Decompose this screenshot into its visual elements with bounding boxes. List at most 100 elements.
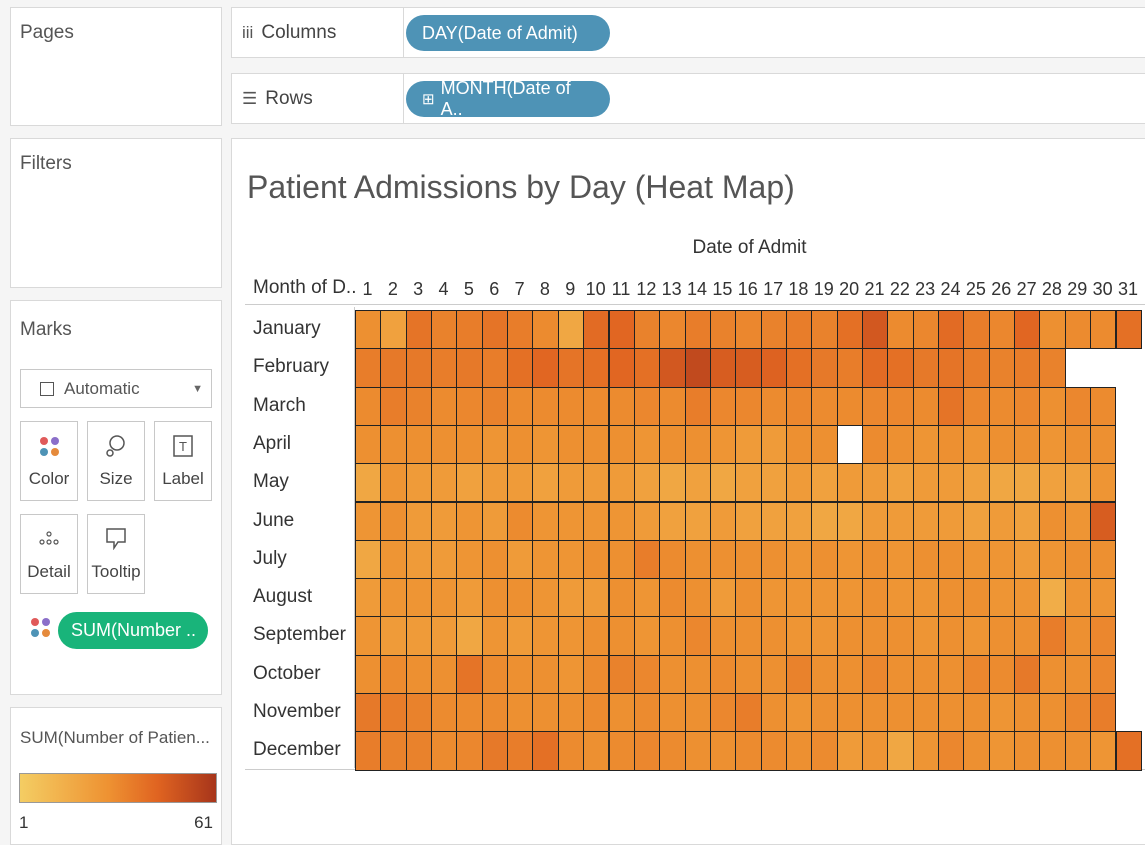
heatmap-cell[interactable] (659, 578, 686, 618)
heatmap-cell[interactable] (481, 386, 509, 426)
detail-button[interactable]: Detail (20, 514, 78, 594)
heatmap-cell[interactable] (557, 386, 585, 426)
heatmap-cell[interactable] (912, 539, 940, 580)
heatmap-cell[interactable] (785, 693, 813, 733)
heatmap-cell[interactable] (811, 424, 838, 465)
heatmap-cell[interactable] (785, 616, 813, 656)
heatmap-cell[interactable] (1090, 731, 1117, 771)
heatmap-cell[interactable] (1090, 539, 1117, 580)
heatmap-cell[interactable] (862, 731, 889, 771)
filters-card[interactable]: Filters (10, 138, 222, 288)
heatmap-cell[interactable] (1064, 386, 1092, 426)
day-label-17[interactable]: 17 (761, 279, 786, 300)
heatmap-cell[interactable] (380, 578, 407, 618)
heatmap-cell[interactable] (355, 693, 382, 733)
heatmap-cell[interactable] (709, 424, 737, 465)
heatmap-cell[interactable] (1090, 578, 1117, 618)
heatmap-cell[interactable] (811, 539, 838, 580)
heatmap-cell[interactable] (633, 348, 661, 388)
heatmap-cell[interactable] (1039, 693, 1066, 733)
day-label-10[interactable]: 10 (583, 279, 608, 300)
heatmap-cell[interactable] (583, 578, 610, 618)
heatmap-cell[interactable] (988, 539, 1016, 580)
heatmap-cell[interactable] (608, 578, 635, 618)
heatmap-cell[interactable] (760, 463, 787, 503)
heatmap-cell[interactable] (481, 310, 509, 350)
heatmap-cell[interactable] (532, 578, 559, 618)
heatmap-cell[interactable] (405, 501, 433, 541)
heatmap-cell[interactable] (760, 348, 787, 388)
heatmap-cell[interactable] (507, 578, 534, 618)
heatmap-cell[interactable] (760, 310, 787, 350)
heatmap-cell[interactable] (684, 386, 711, 426)
heatmap-cell[interactable] (1014, 424, 1041, 465)
heatmap-cell[interactable] (380, 310, 407, 350)
month-label-march[interactable]: March (253, 395, 306, 417)
heatmap-cell[interactable] (684, 310, 711, 350)
heatmap-cell[interactable] (481, 348, 509, 388)
heatmap-cell[interactable] (735, 386, 762, 426)
heatmap-cell[interactable] (887, 578, 914, 618)
heatmap-cell[interactable] (1039, 310, 1066, 350)
heatmap-cell[interactable] (659, 310, 686, 350)
day-label-11[interactable]: 11 (609, 279, 634, 300)
heatmap-cell[interactable] (862, 616, 889, 656)
heatmap-cell[interactable] (355, 348, 382, 388)
heatmap-cell[interactable] (507, 463, 534, 503)
heatmap-cell[interactable] (887, 616, 914, 656)
heatmap-cell[interactable] (583, 501, 610, 541)
heatmap-cell[interactable] (557, 539, 585, 580)
heatmap-cell[interactable] (1064, 616, 1092, 656)
heatmap-cell[interactable] (431, 539, 458, 580)
heatmap-cell[interactable] (760, 501, 787, 541)
heatmap-cell[interactable] (659, 731, 686, 771)
heatmap-cell[interactable] (405, 654, 433, 694)
heatmap-cell[interactable] (988, 693, 1016, 733)
heatmap-cell[interactable] (1014, 348, 1041, 388)
heatmap-cell[interactable] (811, 731, 838, 771)
day-label-9[interactable]: 9 (558, 279, 583, 300)
heatmap-cell[interactable] (1064, 310, 1092, 350)
heatmap-cell[interactable] (583, 386, 610, 426)
heatmap-cell[interactable] (456, 348, 483, 388)
color-legend-card[interactable]: SUM(Number of Patien... 1 61 (10, 707, 222, 845)
heatmap-cell[interactable] (659, 348, 686, 388)
heatmap-cell[interactable] (709, 731, 737, 771)
heatmap-cell[interactable] (887, 654, 914, 694)
heatmap-cell[interactable] (709, 693, 737, 733)
heatmap-cell[interactable] (887, 501, 914, 541)
day-label-8[interactable]: 8 (532, 279, 557, 300)
heatmap-cell[interactable] (988, 463, 1016, 503)
heatmap-cell[interactable] (684, 693, 711, 733)
heatmap-cell[interactable] (709, 386, 737, 426)
heatmap-cell[interactable] (938, 386, 965, 426)
heatmap-cell[interactable] (405, 616, 433, 656)
heatmap-cell[interactable] (963, 539, 990, 580)
heatmap-cell[interactable] (507, 348, 534, 388)
heatmap-cell[interactable] (456, 654, 483, 694)
day-label-24[interactable]: 24 (938, 279, 963, 300)
heatmap-cell[interactable] (912, 424, 940, 465)
day-label-22[interactable]: 22 (887, 279, 912, 300)
day-label-2[interactable]: 2 (380, 279, 405, 300)
heatmap-cell[interactable] (760, 424, 787, 465)
heatmap-cell[interactable] (988, 578, 1016, 618)
heatmap-cell[interactable] (811, 654, 838, 694)
heatmap-cell[interactable] (481, 463, 509, 503)
heatmap-cell[interactable] (1014, 310, 1041, 350)
day-label-18[interactable]: 18 (786, 279, 811, 300)
heatmap-cell[interactable] (633, 310, 661, 350)
heatmap-cell[interactable] (963, 501, 990, 541)
heatmap-cell[interactable] (583, 310, 610, 350)
heatmap-cell[interactable] (684, 539, 711, 580)
heatmap-cell[interactable] (963, 578, 990, 618)
heatmap-cell[interactable] (862, 539, 889, 580)
heatmap-cell[interactable] (709, 578, 737, 618)
color-button[interactable]: Color (20, 421, 78, 501)
heatmap-cell[interactable] (811, 463, 838, 503)
heatmap-cell[interactable] (633, 463, 661, 503)
heatmap-cell[interactable] (507, 424, 534, 465)
heatmap-cell[interactable] (785, 501, 813, 541)
heatmap-cell[interactable] (988, 501, 1016, 541)
heatmap-cell[interactable] (1039, 616, 1066, 656)
